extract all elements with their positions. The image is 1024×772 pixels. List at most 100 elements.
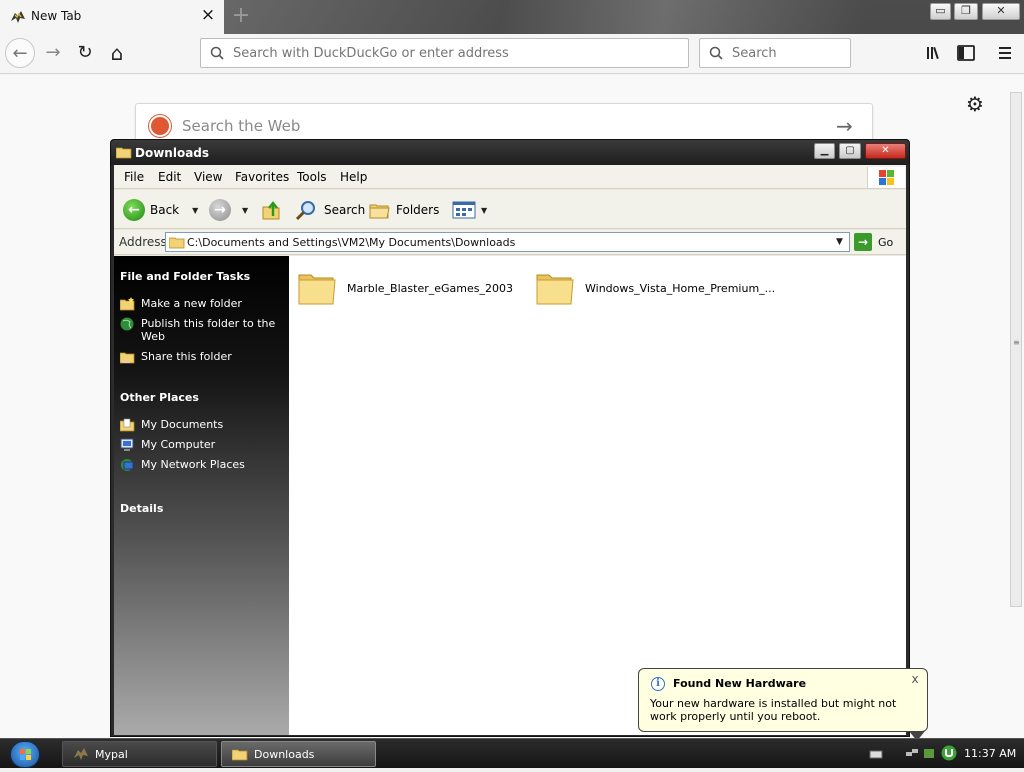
url-bar[interactable] [200,38,689,68]
place-my-network-places[interactable]: My Network Places [120,458,285,472]
back-arrow-icon: ← [123,199,145,221]
folders-icon [369,204,390,219]
gear-icon[interactable]: ⚙ [966,92,984,116]
search-input[interactable] [730,45,840,62]
home-button[interactable]: ⌂ [102,38,132,68]
found-new-hardware-balloon[interactable]: i Found New Hardware x Your new hardware… [638,668,928,741]
window-close-button[interactable]: ✕ [982,3,1020,20]
folders-label: Folders [396,203,440,217]
network-icon[interactable] [905,747,919,760]
page-scrollbar[interactable]: ≡ [1010,92,1022,607]
explorer-minimize-button[interactable]: ▁ [814,143,835,159]
utorrent-icon[interactable] [941,745,957,761]
menu-icon[interactable] [994,43,1016,63]
place-label: My Computer [141,438,216,451]
window-maximize-button[interactable]: ❐ [954,3,978,20]
windows-logo-icon [867,167,905,188]
address-bar: Address C:\Documents and Settings\VM2\My… [114,230,906,255]
navigation-toolbar: ← → ↻ ⌂ [0,34,1024,74]
up-folder-icon [262,201,280,220]
menu-help[interactable]: Help [340,170,367,184]
folder-icon [116,147,132,159]
explorer-title-bar[interactable]: Downloads ▁ ▢ ✕ [111,140,909,165]
task-share-folder[interactable]: Share this folder [120,350,285,364]
task-label: Share this folder [141,350,232,363]
details-heading[interactable]: Details [120,502,163,515]
search-icon [295,201,315,221]
tab-new-tab[interactable]: New Tab × [0,0,224,34]
go-arrow-icon: → [854,233,872,251]
search-submit-arrow-icon[interactable]: → [836,114,853,138]
close-icon[interactable]: x [909,673,921,685]
mypal-favicon-icon [11,11,25,23]
mypal-icon [74,748,88,760]
duckduckgo-logo-icon [149,115,171,137]
folder-item[interactable]: Windows_Vista_Home_Premium_... [535,269,775,307]
up-folder-button[interactable] [261,198,283,222]
menu-file[interactable]: File [124,170,144,184]
share-folder-icon [120,352,135,364]
go-button[interactable]: → Go [854,233,893,251]
address-field[interactable]: C:\Documents and Settings\VM2\My Documen… [165,232,850,252]
info-icon: i [651,677,665,691]
menu-view[interactable]: View [194,170,222,184]
explorer-close-button[interactable]: ✕ [865,143,906,159]
search-button[interactable]: Search [295,198,365,222]
search-label: Search [324,203,366,217]
explorer-window: Downloads ▁ ▢ ✕ File Edit View Favorites… [110,139,910,737]
file-folder-tasks-heading[interactable]: File and Folder Tasks [120,270,250,283]
search-icon [709,46,723,60]
url-input[interactable] [231,45,661,62]
start-button[interactable] [10,741,40,768]
task-label: Publish this folder to the Web [141,317,276,343]
new-tab-button[interactable]: + [230,4,252,28]
forward-button[interactable]: → ▼ [209,198,248,222]
taskbar-task-label: Downloads [254,747,315,761]
taskbar-task-mypal[interactable]: Mypal [62,741,217,767]
my-documents-icon [120,418,135,432]
clock[interactable]: 11:37 AM [964,747,1016,760]
folder-name: Windows_Vista_Home_Premium_... [585,281,776,295]
folder-icon [298,274,336,305]
my-computer-icon [120,438,134,451]
menu-favorites[interactable]: Favorites [235,170,289,184]
library-icon[interactable] [924,43,946,63]
file-list: Marble_Blaster_eGames_2003 Windows_Vista… [289,256,906,735]
forward-dropdown-icon[interactable]: ▼ [242,206,248,215]
sidebar-icon[interactable] [955,43,977,63]
place-my-documents[interactable]: My Documents [120,418,285,432]
tab-title: New Tab [31,9,82,23]
taskbar-task-downloads[interactable]: Downloads [221,741,376,767]
search-bar[interactable] [699,38,851,68]
tab-close-icon[interactable]: × [199,6,217,24]
search-icon [210,46,224,60]
other-places-heading[interactable]: Other Places [120,391,199,404]
folder-icon [169,237,185,249]
task-publish-folder[interactable]: Publish this folder to the Web [120,317,285,343]
scrollbar-grip-icon: ≡ [1013,338,1020,347]
task-make-new-folder[interactable]: Make a new folder [120,297,285,311]
hardware-icon[interactable] [922,747,936,760]
folders-button[interactable]: Folders [369,198,439,222]
back-button[interactable]: ← Back ▼ [123,198,198,222]
place-my-computer[interactable]: My Computer [120,438,285,452]
explorer-maximize-button[interactable]: ▢ [839,143,861,159]
back-button[interactable]: ← [5,38,35,68]
address-dropdown-icon[interactable]: ▼ [832,234,847,250]
place-label: My Network Places [141,458,245,471]
views-button[interactable]: ▼ [452,198,487,222]
reload-button[interactable]: ↻ [70,38,100,68]
folder-icon [232,749,248,760]
menu-edit[interactable]: Edit [158,170,181,184]
forward-button[interactable]: → [38,38,68,68]
folder-item[interactable]: Marble_Blaster_eGames_2003 [297,269,513,307]
menu-bar: File Edit View Favorites Tools Help [114,165,906,189]
back-dropdown-icon[interactable]: ▼ [192,206,198,215]
address-path: C:\Documents and Settings\VM2\My Documen… [187,236,516,249]
menu-tools[interactable]: Tools [297,170,327,184]
windows-logo-icon [20,749,31,760]
window-minimize-button[interactable]: ▭ [930,3,951,20]
views-dropdown-icon[interactable]: ▼ [481,206,487,215]
task-pane: File and Folder Tasks Make a new folder … [114,256,289,735]
keyboard-icon[interactable] [869,747,883,760]
